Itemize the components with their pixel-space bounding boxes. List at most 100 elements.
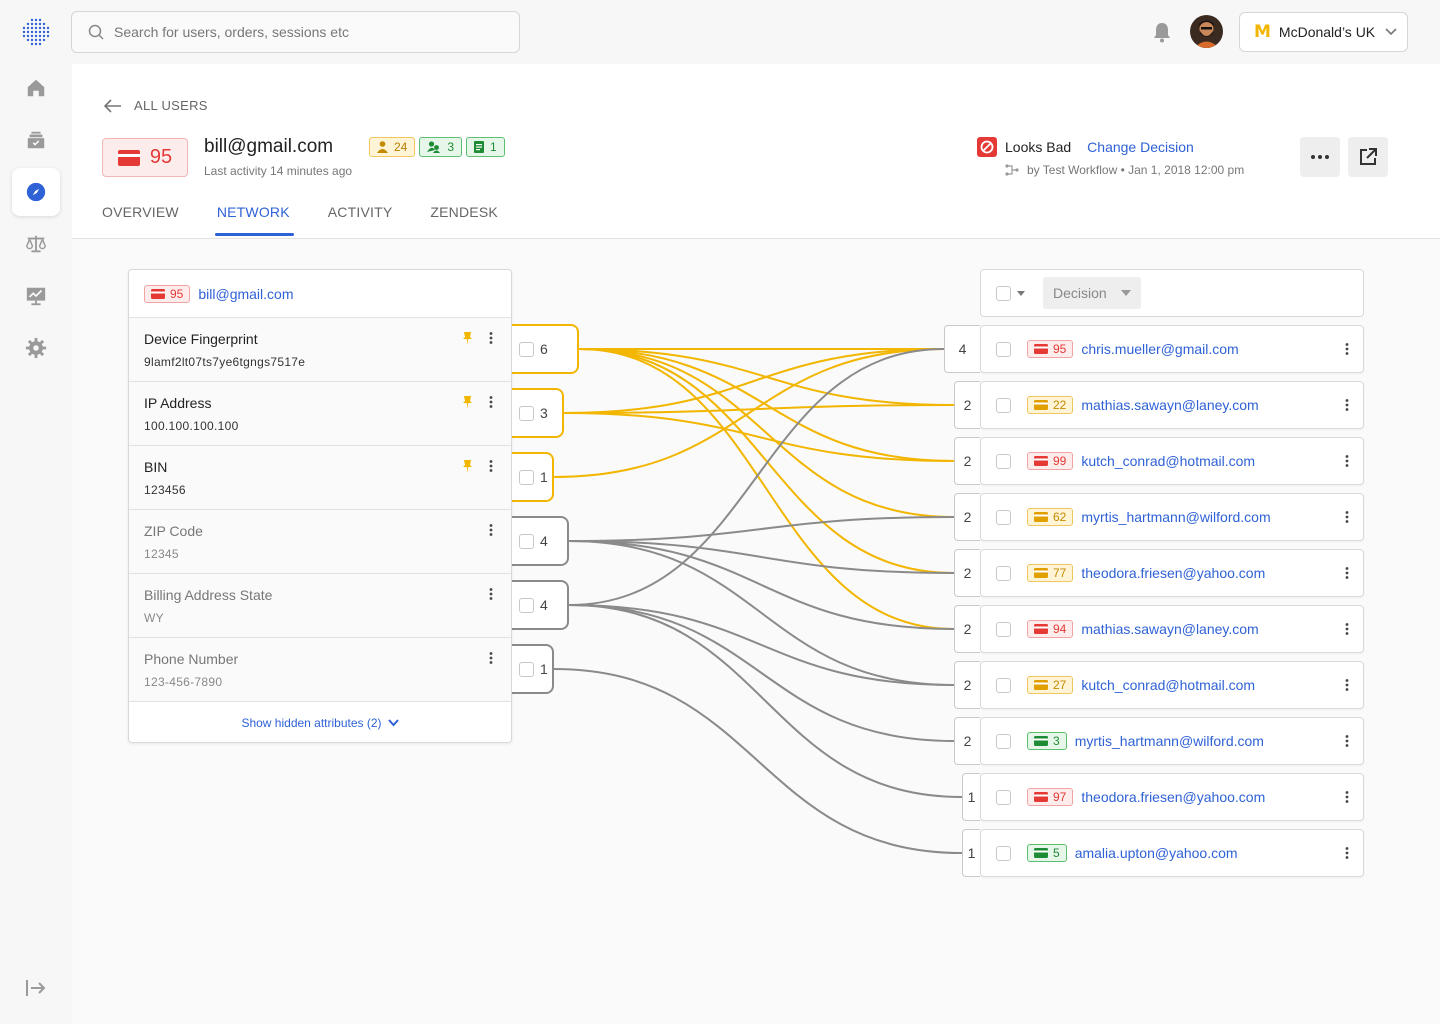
kebab-menu-icon xyxy=(1345,343,1349,355)
pin-icon xyxy=(463,396,472,409)
user-menu-button[interactable] xyxy=(1345,678,1349,694)
user-menu-button[interactable] xyxy=(1345,342,1349,358)
user-checkbox[interactable] xyxy=(996,621,1011,637)
attribute-row[interactable]: Billing Address State WY xyxy=(129,574,511,638)
attribute-menu-button[interactable] xyxy=(489,459,493,475)
attribute-menu-button[interactable] xyxy=(489,395,493,411)
kebab-menu-icon xyxy=(1345,735,1349,747)
kebab-menu-icon xyxy=(1345,847,1349,859)
select-all-checkbox[interactable] xyxy=(996,285,1011,301)
attribute-row[interactable]: IP Address 100.100.100.100 xyxy=(129,382,511,446)
attribute-value: 9lamf2lt07ts7ye6tgngs7517e xyxy=(144,355,306,369)
user-email-link[interactable]: theodora.friesen@yahoo.com xyxy=(1081,789,1265,805)
attribute-menu-button[interactable] xyxy=(489,523,493,539)
user-email-link[interactable]: bill@gmail.com xyxy=(198,286,293,302)
user-email-link[interactable]: theodora.friesen@yahoo.com xyxy=(1081,565,1265,581)
user-row[interactable]: 5 amalia.upton@yahoo.com xyxy=(980,829,1364,877)
user-menu-button[interactable] xyxy=(1345,454,1349,470)
attribute-row[interactable]: BIN 123456 xyxy=(129,446,511,510)
score-value: 94 xyxy=(1053,622,1067,636)
attribute-connection-count[interactable]: 4 xyxy=(512,580,569,630)
user-row[interactable]: 62 myrtis_hartmann@wilford.com xyxy=(980,493,1364,541)
user-email-link[interactable]: myrtis_hartmann@wilford.com xyxy=(1081,509,1270,525)
user-row[interactable]: 27 kutch_conrad@hotmail.com xyxy=(980,661,1364,709)
attribute-value: 123456 xyxy=(144,483,186,497)
kebab-menu-icon xyxy=(489,332,493,344)
score-chip: 97 xyxy=(1027,788,1074,806)
attribute-checkbox[interactable] xyxy=(519,341,534,357)
attribute-label: Device Fingerprint xyxy=(144,331,258,347)
attribute-checkbox[interactable] xyxy=(519,597,534,613)
user-connection-count: 2 xyxy=(954,381,980,429)
user-email-link[interactable]: chris.mueller@gmail.com xyxy=(1081,341,1238,357)
user-row[interactable]: 94 mathias.sawayn@laney.com xyxy=(980,605,1364,653)
user-checkbox[interactable] xyxy=(996,341,1011,357)
attribute-connection-count[interactable]: 1 xyxy=(512,644,554,694)
user-menu-button[interactable] xyxy=(1345,398,1349,414)
attribute-checkbox[interactable] xyxy=(519,469,534,485)
user-email-link[interactable]: amalia.upton@yahoo.com xyxy=(1075,845,1238,861)
attribute-menu-button[interactable] xyxy=(489,331,493,347)
user-checkbox[interactable] xyxy=(996,565,1011,581)
user-row[interactable]: 97 theodora.friesen@yahoo.com xyxy=(980,773,1364,821)
user-menu-button[interactable] xyxy=(1345,790,1349,806)
score-chip: 3 xyxy=(1027,732,1067,750)
kebab-menu-icon xyxy=(1345,679,1349,691)
user-menu-button[interactable] xyxy=(1345,622,1349,638)
score-chip: 95 xyxy=(1027,340,1074,358)
decision-dropdown[interactable]: Decision xyxy=(1043,277,1141,309)
score-chip: 62 xyxy=(1027,508,1074,526)
attribute-connection-count[interactable]: 4 xyxy=(512,516,569,566)
pinned-indicator[interactable] xyxy=(462,395,473,412)
user-checkbox[interactable] xyxy=(996,845,1011,861)
user-menu-button[interactable] xyxy=(1345,846,1349,862)
user-menu-button[interactable] xyxy=(1345,566,1349,582)
user-email-link[interactable]: myrtis_hartmann@wilford.com xyxy=(1075,733,1264,749)
score-value: 62 xyxy=(1053,510,1067,524)
connection-count: 6 xyxy=(540,341,548,357)
user-email-link[interactable]: kutch_conrad@hotmail.com xyxy=(1081,453,1255,469)
score-chip: 99 xyxy=(1027,452,1074,470)
user-checkbox[interactable] xyxy=(996,677,1011,693)
attribute-connection-count[interactable]: 3 xyxy=(512,388,564,438)
attribute-checkbox[interactable] xyxy=(519,405,534,421)
user-row[interactable]: 99 kutch_conrad@hotmail.com xyxy=(980,437,1364,485)
user-email-link[interactable]: mathias.sawayn@laney.com xyxy=(1081,621,1258,637)
show-hidden-attributes-button[interactable]: Show hidden attributes (2) xyxy=(129,702,511,743)
user-row[interactable]: 77 theodora.friesen@yahoo.com xyxy=(980,549,1364,597)
user-checkbox[interactable] xyxy=(996,397,1011,413)
user-menu-button[interactable] xyxy=(1345,734,1349,750)
connection-count: 1 xyxy=(540,469,548,485)
credit-card-icon xyxy=(1034,680,1048,690)
user-checkbox[interactable] xyxy=(996,453,1011,469)
kebab-menu-icon xyxy=(489,588,493,600)
credit-card-icon xyxy=(1034,568,1048,578)
user-checkbox[interactable] xyxy=(996,509,1011,525)
score-chip: 95 xyxy=(144,284,191,303)
user-connection-count: 1 xyxy=(962,773,980,821)
score-value: 99 xyxy=(1053,454,1067,468)
user-row[interactable]: 22 mathias.sawayn@laney.com xyxy=(980,381,1364,429)
attribute-row[interactable]: Device Fingerprint 9lamf2lt07ts7ye6tgngs… xyxy=(129,318,511,382)
user-checkbox[interactable] xyxy=(996,789,1011,805)
attribute-connection-count[interactable]: 1 xyxy=(512,452,554,502)
network-link xyxy=(568,348,945,606)
pinned-indicator[interactable] xyxy=(462,459,473,476)
user-email-link[interactable]: kutch_conrad@hotmail.com xyxy=(1081,677,1255,693)
user-email-link[interactable]: mathias.sawayn@laney.com xyxy=(1081,397,1258,413)
attribute-checkbox[interactable] xyxy=(519,661,534,677)
caret-down-icon[interactable] xyxy=(1017,290,1025,296)
user-checkbox[interactable] xyxy=(996,733,1011,749)
kebab-menu-icon xyxy=(1345,623,1349,635)
connection-count: 1 xyxy=(540,661,548,677)
attribute-row[interactable]: Phone Number 123-456-7890 xyxy=(129,638,511,702)
user-row[interactable]: 3 myrtis_hartmann@wilford.com xyxy=(980,717,1364,765)
attribute-row[interactable]: ZIP Code 12345 xyxy=(129,510,511,574)
attribute-checkbox[interactable] xyxy=(519,533,534,549)
user-menu-button[interactable] xyxy=(1345,510,1349,526)
pinned-indicator[interactable] xyxy=(462,331,473,348)
attribute-menu-button[interactable] xyxy=(489,651,493,667)
user-row[interactable]: 95 chris.mueller@gmail.com xyxy=(980,325,1364,373)
attribute-menu-button[interactable] xyxy=(489,587,493,603)
attribute-connection-count[interactable]: 6 xyxy=(512,324,579,374)
